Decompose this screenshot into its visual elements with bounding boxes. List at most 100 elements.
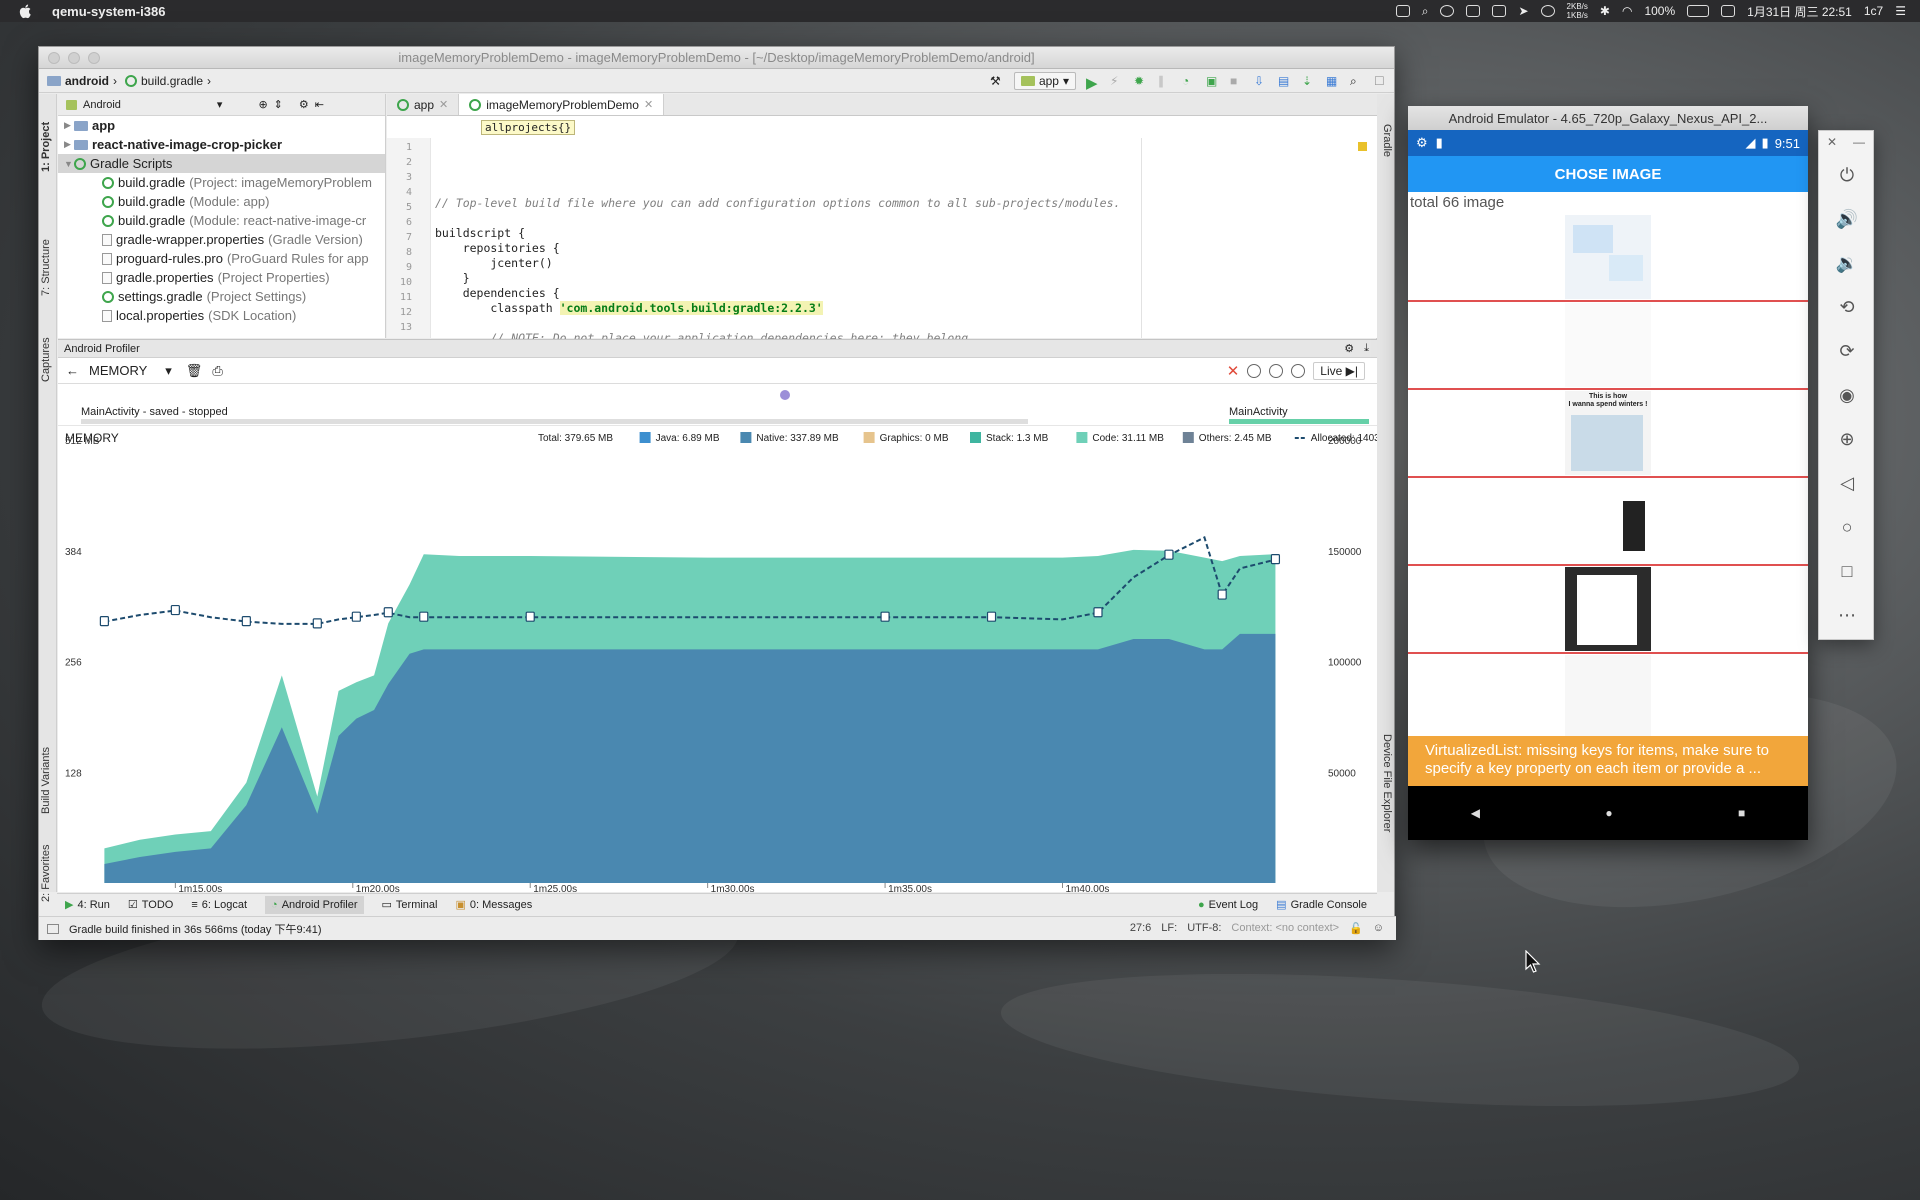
code-line[interactable]: classpath 'com.android.tools.build:gradl… <box>435 301 1377 316</box>
project-structure-icon[interactable]: ▦ <box>1326 74 1340 88</box>
tree-item[interactable]: build.gradle (Module: react-native-image-… <box>58 211 385 230</box>
tree-item[interactable]: gradle.properties (Project Properties) <box>58 268 385 287</box>
search-icon[interactable]: ⌕ <box>1422 4 1429 19</box>
home-icon[interactable]: ○ <box>1819 505 1875 549</box>
live-button[interactable]: Live ▶| <box>1313 361 1365 380</box>
battery-percent[interactable]: 100% <box>1644 4 1675 18</box>
project-view-dropdown[interactable]: Android <box>83 99 121 111</box>
run-config-dropdown[interactable]: app ▾ <box>1013 71 1076 90</box>
emulator-title[interactable]: Android Emulator - 4.65_720p_Galaxy_Nexu… <box>1408 106 1808 130</box>
code-line[interactable]: repositories { <box>435 241 1377 256</box>
tab-gradle-console[interactable]: ▤ Gradle Console <box>1276 898 1367 912</box>
tab-project[interactable]: 1: Project <box>40 122 52 172</box>
code-area[interactable]: 1 2 3 4 5 6 7 8 9 10 11 12 13 // Top-level build fil… <box>387 138 1377 390</box>
tab-todo[interactable]: ☑ TODO <box>128 898 173 912</box>
tab-structure[interactable]: 7: Structure <box>40 239 52 296</box>
recents-icon[interactable]: ■ <box>1738 806 1745 820</box>
clock-icon[interactable] <box>1440 5 1455 17</box>
network-speed[interactable]: 2KB/s 1KB/s <box>1567 2 1588 20</box>
caret-position[interactable]: 27:6 <box>1130 922 1151 935</box>
profiler-mode-dropdown[interactable]: MEMORY ▾ <box>89 363 176 379</box>
apply-changes-icon[interactable]: ⚡ <box>1110 74 1124 88</box>
attach-debugger-icon[interactable]: ◔ <box>1182 74 1196 88</box>
collapse-icon[interactable]: ⇕ <box>274 98 283 111</box>
close-icon[interactable]: ✕ <box>644 98 653 111</box>
file-encoding[interactable]: UTF-8: <box>1187 922 1221 935</box>
code-line[interactable]: buildscript { <box>435 226 1377 241</box>
wechat-icon[interactable] <box>1395 5 1410 17</box>
close-icon[interactable]: ✕ <box>439 98 448 111</box>
yellow-box-warning[interactable]: VirtualizedList: missing keys for items,… <box>1408 736 1808 786</box>
code-line[interactable]: } <box>435 271 1377 286</box>
apple-icon[interactable] <box>18 3 34 19</box>
wifi-icon[interactable]: ◠ <box>1622 4 1632 18</box>
collapsed-arrow-icon[interactable]: ▶ <box>64 120 74 131</box>
input-method-icon[interactable] <box>1721 5 1736 17</box>
gear-icon[interactable]: ⚙ <box>1344 342 1354 355</box>
close-icon[interactable]: ✕ <box>1827 135 1837 149</box>
bell-icon[interactable] <box>1492 5 1507 17</box>
volume-down-icon[interactable]: 🔉 <box>1819 241 1875 285</box>
tree-item[interactable]: gradle-wrapper.properties (Gradle Version… <box>58 230 385 249</box>
rotate-right-icon[interactable]: ⟳ <box>1819 329 1875 373</box>
debug-icon[interactable]: ✹ <box>1134 74 1148 88</box>
code-line[interactable]: // Top-level build file where you can ad… <box>435 196 1377 211</box>
coverage-icon[interactable]: ▣ <box>1206 74 1220 88</box>
gear-icon[interactable]: ⚙ <box>299 98 309 111</box>
sdk-manager-icon[interactable]: ⇣ <box>1302 74 1316 88</box>
overview-icon[interactable]: □ <box>1819 549 1875 593</box>
image-list[interactable]: This is how I wanna spend winters ! <box>1408 214 1808 742</box>
breadcrumb-build-gradle[interactable]: build.gradle › <box>125 74 211 88</box>
reset-zoom-icon[interactable] <box>1291 363 1306 378</box>
back-icon[interactable]: ◁ <box>1819 461 1875 505</box>
user-name[interactable]: 1c7 <box>1864 4 1883 18</box>
tab-gradle[interactable]: Gradle <box>1381 124 1393 157</box>
tab-run[interactable]: ▶ 4: Run <box>65 898 110 912</box>
image-thumbnail[interactable] <box>1565 567 1651 651</box>
code-breadcrumb[interactable]: allprojects{} <box>481 119 576 135</box>
line-separator[interactable]: LF: <box>1161 922 1177 935</box>
tab-build-variants[interactable]: Build Variants <box>40 747 52 814</box>
image-row[interactable] <box>1408 566 1808 654</box>
tree-item[interactable]: settings.gradle (Project Settings) <box>58 287 385 306</box>
lock-icon[interactable]: 🔓 <box>1349 922 1363 935</box>
memory-chart[interactable]: MEMORY 512 MB 384 256 128 200000 150000 100000 5… <box>58 428 1391 901</box>
code-line[interactable] <box>435 211 1377 226</box>
zoom-icon[interactable]: ⊕ <box>1819 417 1875 461</box>
user-icon[interactable]: ☐ <box>1374 74 1388 88</box>
context[interactable]: Context: <no context> <box>1231 922 1339 935</box>
code-line[interactable]: dependencies { <box>435 286 1377 301</box>
tab-messages[interactable]: ▣ 0: Messages <box>456 898 533 912</box>
chose-image-button[interactable]: CHOSE IMAGE <box>1408 156 1808 192</box>
hammer-icon[interactable]: ⚒ <box>990 74 1004 88</box>
stop-session-icon[interactable]: ✕ <box>1227 362 1240 380</box>
send-icon[interactable]: ➤ <box>1518 4 1528 18</box>
tab-app[interactable]: app ✕ <box>387 94 460 115</box>
tree-item[interactable]: build.gradle (Project: imageMemoryProblem <box>58 173 385 192</box>
locate-icon[interactable]: ⊕ <box>258 98 267 111</box>
tree-item[interactable]: ▼ Gradle Scripts <box>58 154 385 173</box>
back-icon[interactable]: ◀ <box>1471 806 1480 820</box>
code-line[interactable] <box>435 316 1377 331</box>
hide-icon[interactable]: ⇤ <box>315 98 324 111</box>
run-icon[interactable]: ▶ <box>1086 74 1100 92</box>
avd-manager-icon[interactable]: ▤ <box>1278 74 1292 88</box>
volume-up-icon[interactable]: 🔊 <box>1819 197 1875 241</box>
image-thumbnail[interactable] <box>1565 215 1651 299</box>
sync-icon[interactable]: ⇩ <box>1254 74 1268 88</box>
tree-item[interactable]: ▶ react-native-image-crop-picker <box>58 135 385 154</box>
image-thumbnail[interactable]: This is how I wanna spend winters ! <box>1565 391 1651 475</box>
image-thumbnail[interactable] <box>1565 655 1651 739</box>
zoom-in-icon[interactable] <box>1269 363 1284 378</box>
trash-icon[interactable]: 🗑 <box>186 363 203 379</box>
battery-icon[interactable] <box>1687 5 1710 17</box>
status-toggle-icon[interactable] <box>47 923 59 934</box>
list-icon[interactable]: ☰ <box>1895 4 1906 18</box>
status-message[interactable]: Gradle build finished in 36s 566ms (toda… <box>69 921 322 937</box>
tab-logcat[interactable]: ≡ 6: Logcat <box>191 899 247 911</box>
tree-item[interactable]: ▶ app <box>58 116 385 135</box>
image-thumbnail[interactable] <box>1565 479 1651 563</box>
event-dot[interactable] <box>780 390 790 400</box>
expanded-arrow-icon[interactable]: ▼ <box>64 159 74 169</box>
image-row[interactable] <box>1408 478 1808 566</box>
